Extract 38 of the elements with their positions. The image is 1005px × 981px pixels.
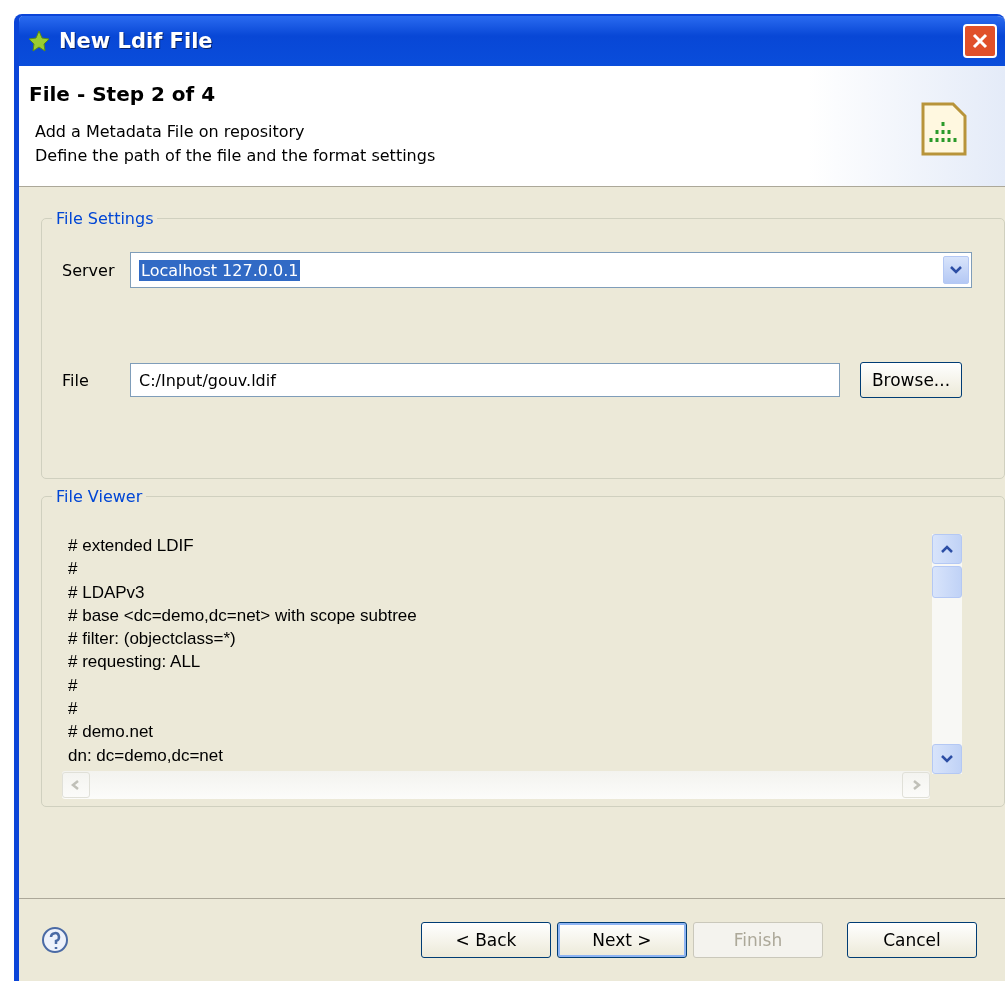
browse-button[interactable]: Browse...	[860, 362, 962, 398]
file-line: # demo.net	[68, 721, 155, 744]
file-line: #	[68, 674, 79, 697]
file-path-field[interactable]: C:/Input/gouv.ldif	[130, 363, 840, 397]
file-label: File	[62, 370, 90, 390]
step-title: File - Step 2 of 4	[29, 82, 217, 106]
document-icon	[921, 102, 967, 156]
group-title: File Settings	[55, 209, 155, 228]
vertical-scrollbar[interactable]	[932, 534, 962, 774]
file-line: # filter: (objectclass=*)	[68, 628, 237, 651]
chevron-down-icon	[940, 754, 954, 764]
close-icon	[971, 32, 989, 50]
wizard-button[interactable]: Cancel	[847, 922, 977, 958]
help-icon[interactable]	[41, 926, 69, 954]
file-line: #	[68, 698, 79, 721]
wizard-button[interactable]: < Back	[421, 922, 551, 958]
wizard-star-icon	[27, 29, 51, 53]
file-line: # LDAPv3	[68, 581, 146, 604]
step-description: Define the path of the file and the format settings	[34, 145, 437, 167]
file-line: #	[68, 558, 79, 581]
server-label: Server	[62, 260, 116, 280]
scroll-up-button[interactable]	[932, 534, 962, 564]
file-line: # extended LDIF	[68, 535, 195, 557]
group-title: File Viewer	[55, 487, 144, 506]
server-value: Localhost 127.0.0.1	[139, 259, 301, 281]
step-description: Add a Metadata File on repository	[34, 121, 306, 143]
file-line: dn: dc=demo,dc=net	[68, 744, 224, 767]
server-dropdown[interactable]: Localhost 127.0.0.1	[130, 252, 972, 288]
close-button[interactable]	[963, 24, 997, 58]
window-title: New Ldif File	[59, 29, 214, 53]
chevron-down-icon	[949, 265, 963, 275]
dropdown-button[interactable]	[943, 256, 969, 284]
chevron-up-icon	[940, 544, 954, 554]
file-line: # base <dc=demo,dc=net> with scope subtree	[68, 604, 418, 627]
file-line: # requesting: ALL	[68, 651, 202, 674]
scroll-thumb[interactable]	[932, 566, 962, 598]
wizard-button[interactable]: Next >	[557, 922, 687, 958]
scroll-down-button[interactable]	[932, 744, 962, 774]
